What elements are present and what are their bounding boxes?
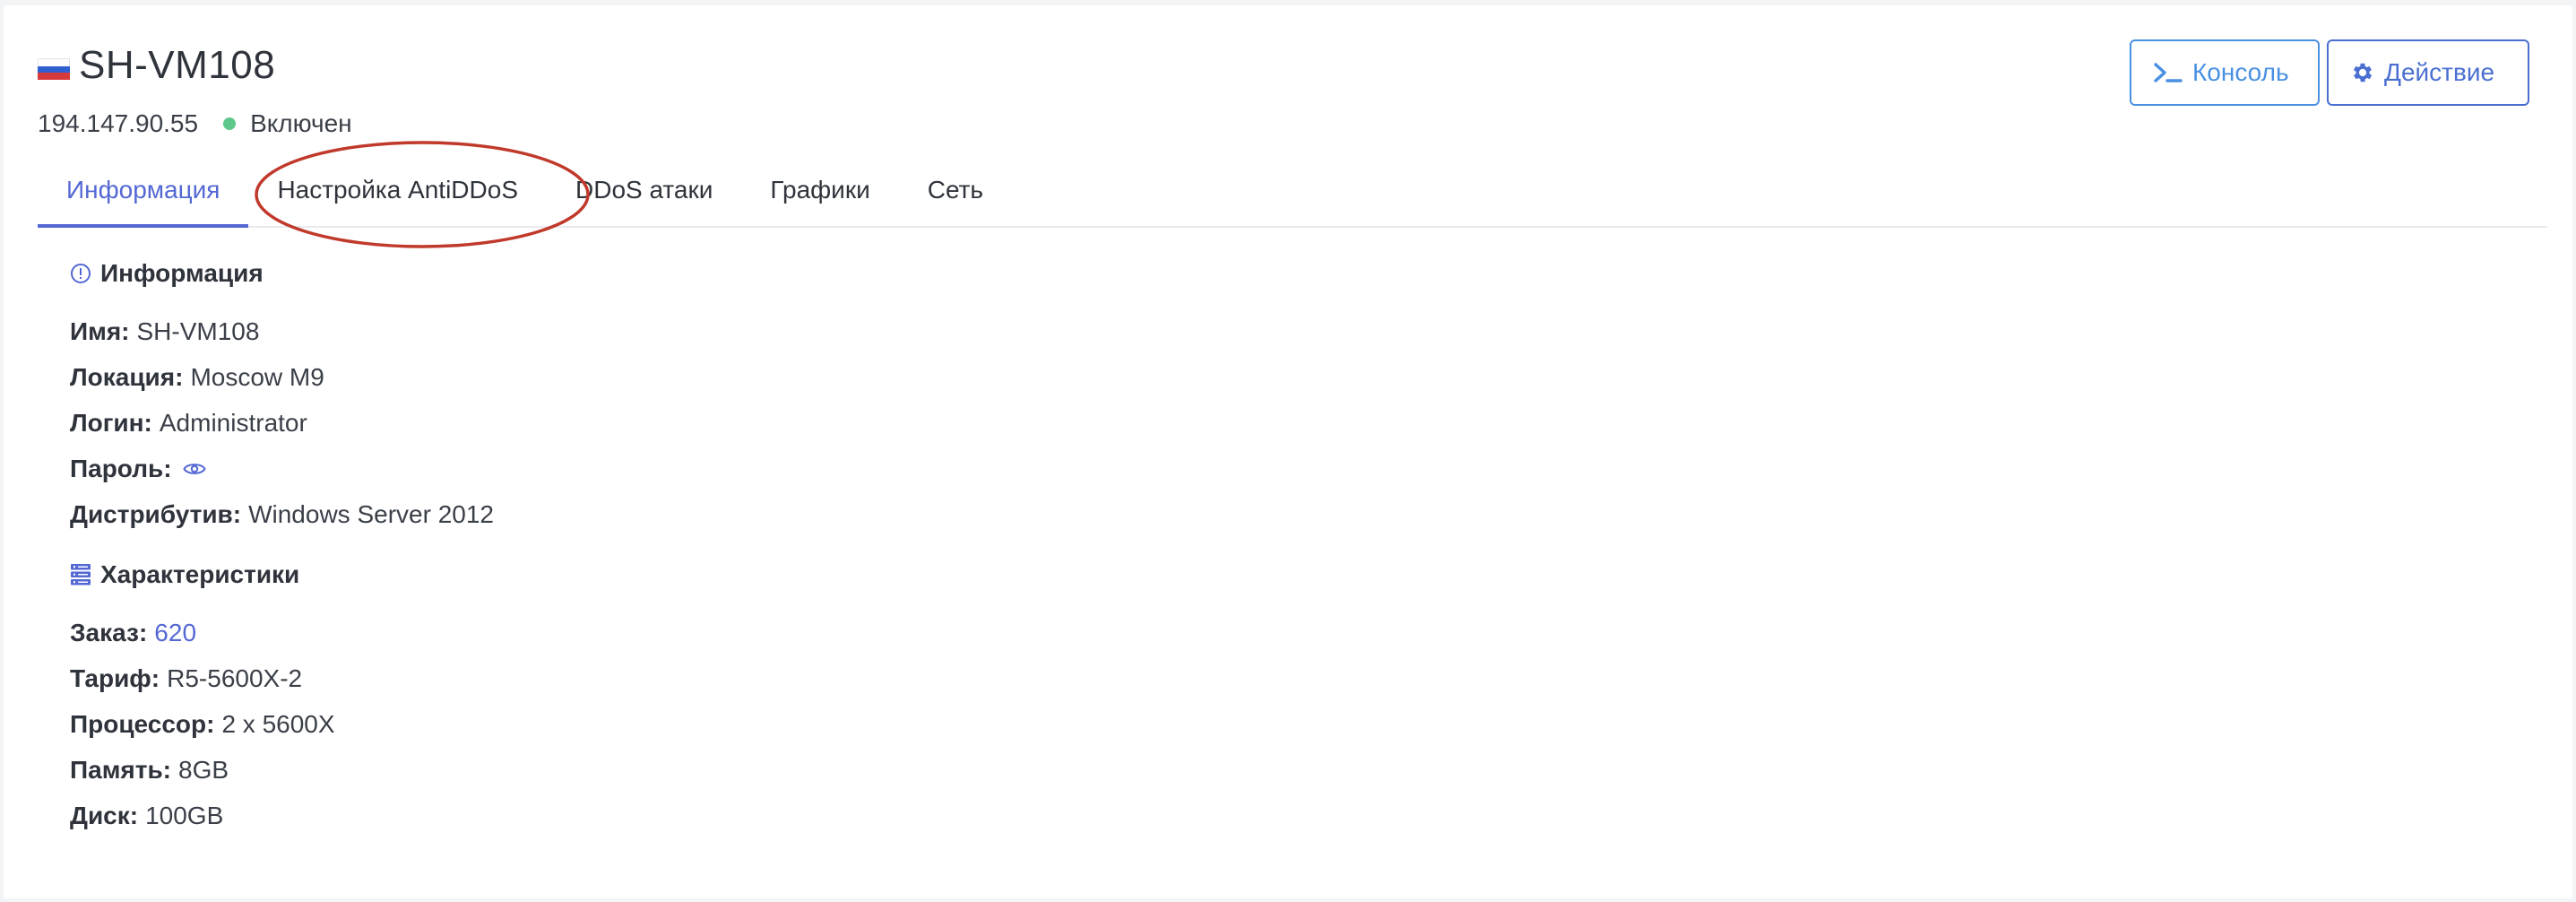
status-dot-icon (223, 117, 237, 130)
tab-information[interactable]: Информация (38, 154, 249, 228)
gear-icon (2350, 60, 2375, 85)
action-button[interactable]: Действие (2327, 39, 2529, 106)
password-label: Пароль: (70, 454, 172, 482)
memory-label: Память: (70, 755, 171, 784)
cpu-value: 2 x 5600X (221, 709, 335, 738)
name-label: Имя: (70, 317, 130, 345)
console-button-label: Консоль (2192, 58, 2289, 86)
russia-flag-icon (38, 58, 70, 81)
distro-value: Windows Server 2012 (248, 499, 494, 528)
ip-address: 194.147.90.55 (38, 109, 199, 137)
info-section: Информация Имя: SH-VM108 Локация: Moscow… (70, 251, 494, 537)
info-row-login: Логин: Administrator (70, 400, 494, 446)
specs-section: Характеристики Заказ: 620 Тариф: R5-5600… (70, 552, 335, 838)
vm-title: SH-VM108 (79, 43, 276, 87)
tariff-label: Тариф: (70, 663, 160, 692)
login-value: Administrator (159, 408, 307, 437)
action-button-label: Действие (2384, 58, 2495, 86)
info-row-location: Локация: Moscow M9 (70, 354, 494, 400)
name-value: SH-VM108 (136, 317, 260, 345)
info-circle-icon (70, 263, 91, 284)
order-label: Заказ: (70, 618, 148, 646)
server-icon (70, 563, 91, 586)
tab-network[interactable]: Сеть (899, 154, 1012, 226)
info-title-text: Информация (100, 259, 264, 287)
memory-value: 8GB (178, 755, 229, 784)
login-label: Логин: (70, 408, 152, 437)
location-label: Локация: (70, 362, 184, 391)
specs-title-text: Характеристики (100, 560, 300, 588)
info-row-password: Пароль: (70, 446, 494, 491)
terminal-icon (2153, 61, 2183, 84)
specs-row-tariff: Тариф: R5-5600X-2 (70, 655, 335, 701)
distro-label: Дистрибутив: (70, 499, 242, 528)
header-actions: Консоль Действие (2130, 39, 2529, 106)
specs-row-disk: Диск: 100GB (70, 793, 335, 838)
vm-header: SH-VM108 (38, 43, 275, 88)
tab-ddos-attacks[interactable]: DDoS атаки (547, 154, 741, 226)
vm-subline: 194.147.90.55 Включен (38, 109, 352, 138)
vm-detail-card: SH-VM108 194.147.90.55 Включен Консоль Д… (4, 5, 2572, 898)
location-value: Moscow M9 (190, 362, 324, 391)
specs-section-title: Характеристики (70, 552, 335, 597)
info-row-distro: Дистрибутив: Windows Server 2012 (70, 491, 494, 537)
info-row-name: Имя: SH-VM108 (70, 308, 494, 354)
tariff-value: R5-5600X-2 (167, 663, 303, 692)
specs-row-cpu: Процессор: 2 x 5600X (70, 701, 335, 747)
tab-bar: Информация Настройка AntiDDoS DDoS атаки… (38, 154, 2547, 228)
info-section-title: Информация (70, 251, 494, 296)
tab-antiddos-settings[interactable]: Настройка AntiDDoS (248, 154, 547, 226)
disk-value: 100GB (145, 801, 224, 829)
disk-label: Диск: (70, 801, 139, 829)
specs-row-memory: Память: 8GB (70, 747, 335, 793)
console-button[interactable]: Консоль (2130, 39, 2320, 106)
tab-graphs[interactable]: Графики (741, 154, 898, 226)
specs-row-order: Заказ: 620 (70, 610, 335, 655)
cpu-label: Процессор: (70, 709, 215, 738)
status-text: Включен (250, 109, 352, 137)
eye-icon[interactable] (182, 461, 206, 477)
order-link[interactable]: 620 (154, 619, 196, 647)
